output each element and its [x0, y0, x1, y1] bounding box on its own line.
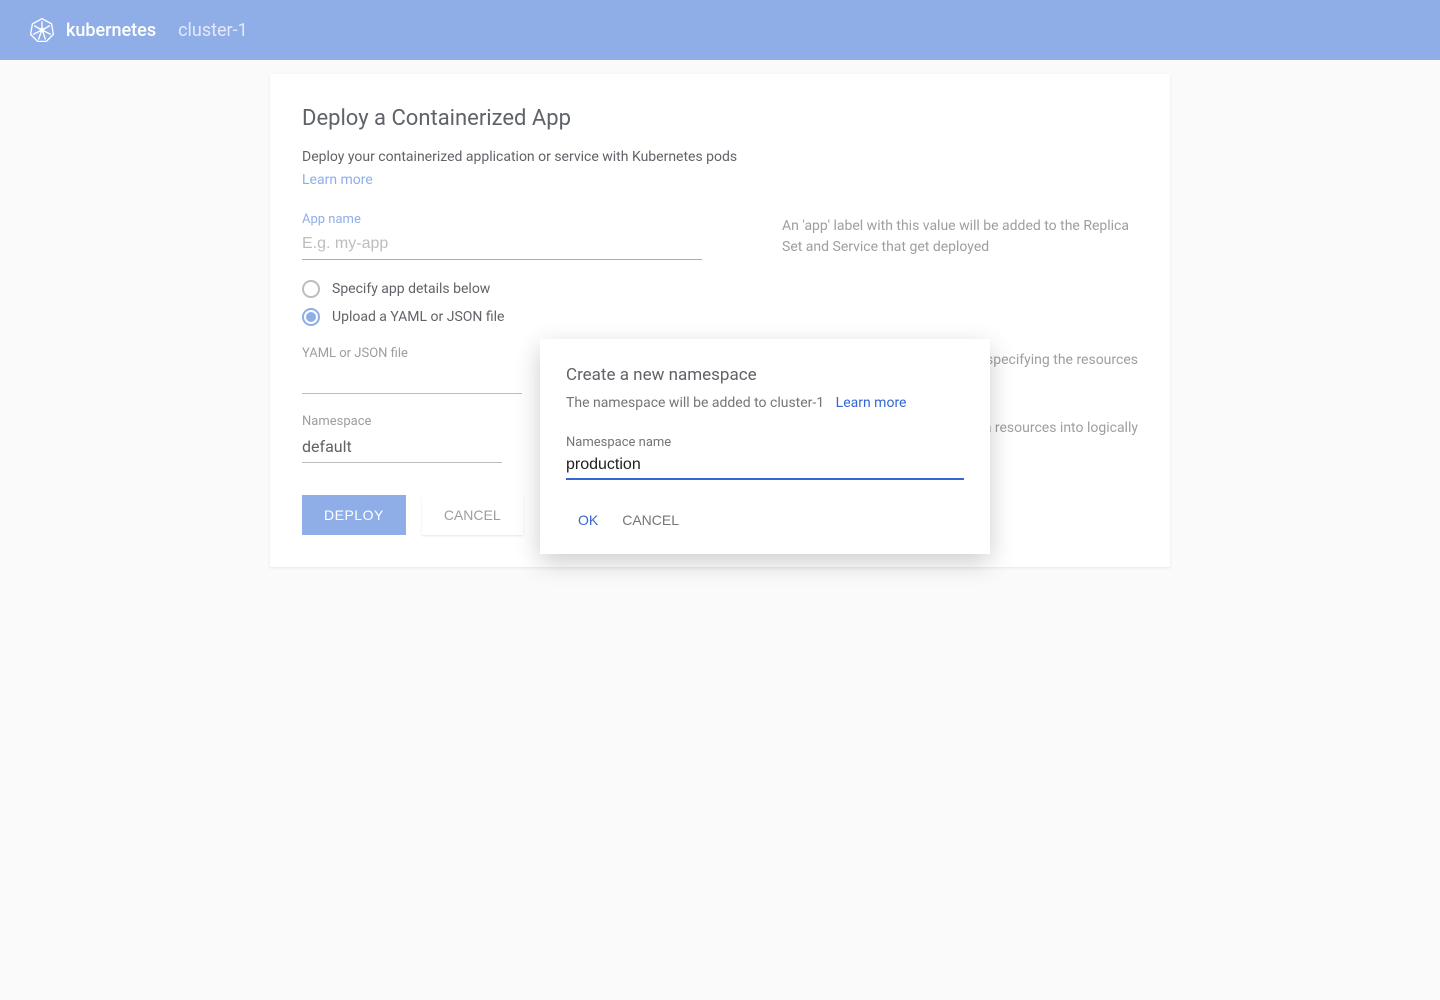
radio-dot-icon [306, 312, 316, 322]
cancel-button[interactable]: CANCEL [422, 495, 523, 535]
namespace-select[interactable]: default [302, 431, 502, 463]
kubernetes-logo-icon [28, 16, 56, 44]
dialog-learn-more-link[interactable]: Learn more [836, 395, 907, 411]
brand-name: kubernetes [66, 20, 156, 41]
yaml-file-input[interactable] [302, 363, 522, 394]
dialog-ok-button[interactable]: OK [578, 512, 598, 528]
app-name-label: App name [302, 212, 702, 227]
namespace-name-input[interactable] [566, 452, 964, 480]
radio-label: Specify app details below [332, 281, 490, 297]
dialog-button-row: OK CANCEL [566, 512, 964, 528]
dialog-title: Create a new namespace [566, 365, 964, 385]
radio-circle-icon [302, 280, 320, 298]
radio-circle-selected-icon [302, 308, 320, 326]
cluster-name[interactable]: cluster-1 [178, 20, 248, 41]
app-name-input[interactable] [302, 229, 702, 260]
radio-upload-yaml[interactable]: Upload a YAML or JSON file [302, 308, 1138, 326]
radio-label: Upload a YAML or JSON file [332, 309, 504, 325]
namespace-label: Namespace [302, 414, 522, 429]
namespace-name-label: Namespace name [566, 435, 964, 450]
app-name-row: App name An 'app' label with this value … [302, 212, 1138, 260]
header-bar: kubernetes cluster-1 [0, 0, 1440, 60]
deploy-mode-radio-group: Specify app details below Upload a YAML … [302, 280, 1138, 326]
app-name-helper: An 'app' label with this value will be a… [782, 216, 1138, 258]
create-namespace-dialog: Create a new namespace The namespace wil… [540, 339, 990, 554]
dialog-cancel-button[interactable]: CANCEL [622, 512, 679, 528]
yaml-file-label: YAML or JSON file [302, 346, 522, 361]
page-subtitle: Deploy your containerized application or… [302, 149, 1138, 165]
radio-specify-details[interactable]: Specify app details below [302, 280, 1138, 298]
deploy-button[interactable]: DEPLOY [302, 495, 406, 535]
page-title: Deploy a Containerized App [302, 106, 1138, 131]
dialog-subtitle: The namespace will be added to cluster-1… [566, 395, 964, 411]
learn-more-link[interactable]: Learn more [302, 172, 373, 188]
